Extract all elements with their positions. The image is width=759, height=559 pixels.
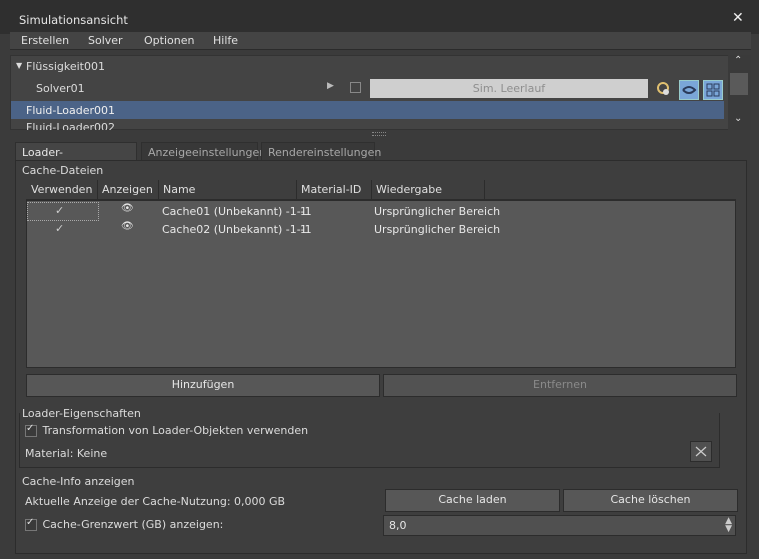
menu-hilfe[interactable]: Hilfe [213,34,238,47]
simulation-tree: ▼ Flüssigkeit001 Solver01 ▶ Sim. Leerlau… [10,55,751,130]
eye-icon[interactable]: 👁 [121,203,134,214]
menu-optionen[interactable]: Optionen [144,34,194,47]
scroll-thumb[interactable] [730,73,748,95]
cache-usage-label: Aktuelle Anzeige der Cache-Nutzung: 0,00… [25,495,286,508]
playback-mode: Ursprünglicher Bereich [374,223,501,236]
scroll-down-icon[interactable]: ⌄ [734,113,742,124]
transform-label: Transformation von Loader-Objekten verwe… [42,424,309,437]
tree-scrollbar[interactable]: ⌃ ⌄ [728,55,751,130]
delete-cache-button[interactable]: Cache löschen [563,489,738,512]
material-label: Material: Keine [25,447,108,460]
eye-icon[interactable]: 👁 [121,221,134,232]
menu-solver[interactable]: Solver [88,34,123,47]
playback-mode: Ursprünglicher Bereich [374,205,501,218]
cache-name: Cache01 (Unbekannt) -1--1 [162,205,312,218]
cache-limit-value[interactable]: 8,0 [389,519,407,532]
col-name[interactable]: Name [163,183,195,196]
tree-item-label: Flüssigkeit001 [26,60,105,73]
cache-info-title: Cache-Info anzeigen [22,475,135,488]
col-material-id[interactable]: Material-ID [301,183,361,196]
stop-icon[interactable] [350,82,361,93]
transform-option[interactable]: Transformation von Loader-Objekten verwe… [25,423,309,437]
close-icon[interactable]: ✕ [732,10,744,26]
cache-list: ✓ 👁 Cache01 (Unbekannt) -1--1 1 Ursprüng… [26,200,736,368]
tree-item-fluid[interactable]: ▼ Flüssigkeit001 [11,58,724,76]
status-field: Sim. Leerlauf [370,79,648,98]
cache-limit-checkbox[interactable] [25,517,37,531]
tree-item-label: Fluid-Loader002 [26,121,116,130]
column-divider[interactable] [371,180,372,200]
add-button[interactable]: Hinzufügen [26,374,380,397]
loader-props-group [19,413,720,468]
cache-limit-option[interactable]: Cache-Grenzwert (GB) anzeigen: [25,517,224,531]
use-checkmark[interactable]: ✓ [55,204,64,217]
grid-view-icon[interactable] [703,80,723,100]
tree-item-label: Solver01 [36,82,85,95]
table-row[interactable]: ✓ 👁 Cache01 (Unbekannt) -1--1 1 Ursprüng… [27,203,735,219]
pick-material-button[interactable] [690,441,712,462]
table-row[interactable]: ✓ 👁 Cache02 (Unbekannt) -1--1 1 Ursprüng… [27,221,735,237]
tree-item-loader002[interactable]: Fluid-Loader002 [11,120,724,130]
material-id: 1 [300,223,307,236]
play-icon[interactable]: ▶ [327,81,334,91]
window-title: Simulationsansicht [19,13,128,27]
column-divider[interactable] [296,180,297,200]
col-use[interactable]: Verwenden [31,183,92,196]
fluid-view-icon[interactable] [679,80,699,100]
title-bar: Simulationsansicht ✕ [0,0,759,34]
tree-item-label: Fluid-Loader001 [26,104,116,117]
expand-icon[interactable]: ▼ [16,61,22,70]
load-cache-button[interactable]: Cache laden [385,489,560,512]
column-divider[interactable] [97,180,98,200]
material-id: 1 [300,205,307,218]
menu-erstellen[interactable]: Erstellen [21,34,69,47]
splitter-handle[interactable] [372,132,386,136]
run-simulation-icon[interactable] [656,81,672,97]
tree-item-solver[interactable]: Solver01 ▶ Sim. Leerlauf [11,79,724,100]
tab-render-settings[interactable]: Rendereinstellungen [261,142,381,161]
column-divider[interactable] [484,180,485,200]
cache-name: Cache02 (Unbekannt) -1--1 [162,223,312,236]
cache-files-title: Cache-Dateien [22,164,104,177]
cache-limit-spinner[interactable]: 8,0 ▲ ▼ [383,515,736,536]
transform-checkbox[interactable] [25,423,37,437]
col-playback[interactable]: Wiedergabe [376,183,442,196]
scroll-up-icon[interactable]: ⌃ [734,55,742,66]
tab-display-settings[interactable]: Anzeigeeinstellungen [141,142,266,161]
use-checkmark[interactable]: ✓ [55,222,64,235]
remove-button[interactable]: Entfernen [383,374,737,397]
tree-item-loader001[interactable]: Fluid-Loader001 [11,101,724,119]
col-show[interactable]: Anzeigen [102,183,153,196]
column-divider[interactable] [158,180,159,200]
cache-limit-label: Cache-Grenzwert (GB) anzeigen: [42,518,224,531]
cache-list-header: Verwenden Anzeigen Name Material-ID Wied… [26,180,736,200]
material-pick-icon [695,446,707,457]
tab-bar: Loader-Eigenschaften Anzeigeeinstellunge… [15,142,745,172]
menu-bar: Erstellen Solver Optionen Hilfe [10,32,751,50]
tab-loader-properties[interactable]: Loader-Eigenschaften [15,142,137,172]
spinner-arrows-icon[interactable]: ▲ ▼ [725,517,732,534]
